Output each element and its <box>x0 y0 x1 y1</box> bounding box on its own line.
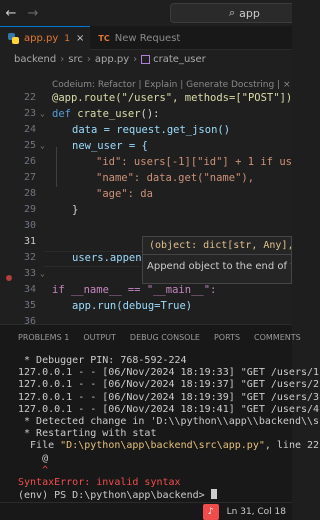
signature-doc: Append object to the end of the li <box>147 261 291 272</box>
chevron-right-icon: › <box>60 53 65 65</box>
codeium-codelens[interactable]: Codeium: Refactor | Explain | Generate D… <box>52 80 291 90</box>
line-number: 26 <box>23 156 36 167</box>
terminal-line: 127.0.0.1 - - [06/Nov/2024 18:19:37] "GE… <box>18 379 320 391</box>
signature-text: (object: dict[str, Any], /) <box>143 237 291 255</box>
breadcrumb-item[interactable]: backend <box>14 54 56 65</box>
search-text: app <box>239 6 260 20</box>
tab-label: New Request <box>114 32 181 44</box>
thunder-client-icon: TC <box>98 33 110 43</box>
problems-count: 1 <box>64 333 70 342</box>
terminal-line: 127.0.0.1 - - [06/Nov/2024 18:19:33] "GE… <box>18 367 320 379</box>
line-number: 35 <box>23 300 36 311</box>
problems-badge: 1 <box>64 33 71 44</box>
code-line: "name": data.get("name"), <box>96 172 255 184</box>
terminal-line: ^ <box>18 464 49 476</box>
line-number: 34 <box>23 284 36 295</box>
terminal-line: 127.0.0.1 - - [06/Nov/2024 18:19:41] "GE… <box>18 403 320 415</box>
fold-chevron-icon[interactable]: ⌄ <box>40 269 45 278</box>
line-number: 22 <box>23 92 36 103</box>
code-line: data = request.get_json() <box>72 124 231 136</box>
terminal-line: @ <box>18 452 49 464</box>
line-number: 27 <box>23 172 36 183</box>
editor-tabs: app.py 1 × TC New Request <box>0 26 292 50</box>
code-line: new_user = { <box>72 140 148 152</box>
tab-label: app.py <box>24 33 59 44</box>
command-center-search[interactable]: ⌕ app <box>170 3 292 23</box>
code-line: @app.route("/users", methods=["POST"]) <box>52 92 292 104</box>
terminal-line: * Detected change in 'D:\\python\\app\\b… <box>18 416 320 428</box>
code-editor[interactable]: Codeium: Refactor | Explain | Generate D… <box>0 68 292 324</box>
tab-debug-console[interactable]: DEBUG CONSOLE <box>130 325 200 351</box>
terminal-line: * Debugger PIN: 768-592-224 <box>18 355 187 366</box>
tab-output[interactable]: OUTPUT <box>83 325 116 351</box>
line-number: 28 <box>23 188 36 199</box>
terminal-prompt: (env) PS D:\python\app\backend> <box>18 490 211 502</box>
line-number: 23 <box>23 108 36 119</box>
method-icon <box>141 54 151 64</box>
chevron-right-icon: › <box>86 53 91 65</box>
code-line: } <box>72 204 79 216</box>
tab-new-request[interactable]: TC New Request <box>90 26 186 50</box>
indent-guide <box>56 147 57 187</box>
code-line: "age": da <box>96 188 153 200</box>
terminal-cursor <box>210 489 217 500</box>
python-icon <box>8 33 19 44</box>
title-bar: ← → ⌕ app <box>0 0 292 26</box>
breadcrumb-item[interactable]: app.py <box>95 54 129 65</box>
signature-help-tooltip: (object: dict[str, Any], /) Append objec… <box>142 236 292 284</box>
tab-label: PROBLEMS <box>18 333 62 342</box>
terminal-line: 127.0.0.1 - - [06/Nov/2024 18:19:39] "GE… <box>18 391 320 403</box>
line-number: 31 <box>23 236 36 247</box>
tab-ports[interactable]: PORTS <box>214 325 240 351</box>
panel-tabs: PROBLEMS 1 OUTPUT DEBUG CONSOLE PORTS CO… <box>0 325 301 351</box>
fold-chevron-icon[interactable]: ⌄ <box>40 141 45 150</box>
close-icon[interactable]: × <box>76 33 84 44</box>
tab-comments[interactable]: COMMENTS <box>254 325 301 351</box>
bottom-panel: PROBLEMS 1 OUTPUT DEBUG CONSOLE PORTS CO… <box>0 324 320 502</box>
line-number: 24 <box>23 124 36 135</box>
breadcrumb: backend › src › app.py › crate_user <box>0 50 292 68</box>
line-number: 30 <box>23 220 36 231</box>
signature-params: (object: dict[str, Any], /) <box>149 240 291 251</box>
fold-chevron-icon[interactable]: ⌄ <box>40 109 45 118</box>
terminal-line-ref: , line 22 <box>264 440 320 452</box>
breadcrumb-item[interactable]: src <box>68 54 83 65</box>
tab-app-py[interactable]: app.py 1 × <box>0 26 91 50</box>
terminal-file-path[interactable]: "D:\python\app\backend\src\app.py" <box>60 440 265 451</box>
code-text: (): <box>140 108 160 120</box>
terminal-error: SyntaxError: invalid syntax <box>18 477 181 489</box>
status-bar: ♪ Ln 31, Col 18 <box>0 502 292 520</box>
code-keyword: def <box>52 108 71 120</box>
cursor-position[interactable]: Ln 31, Col 18 <box>227 507 286 517</box>
line-number: 25 <box>23 140 36 151</box>
tab-problems[interactable]: PROBLEMS 1 <box>18 325 69 351</box>
line-number: 36 <box>23 316 36 324</box>
code-line: if __name__ == "__main__": <box>52 284 217 296</box>
code-line: def crate_user(): <box>52 108 159 120</box>
chevron-right-icon: › <box>133 53 138 65</box>
line-number: 29 <box>23 204 36 215</box>
breadcrumb-item[interactable]: crate_user <box>153 54 206 65</box>
line-number: 33 <box>23 268 36 279</box>
terminal-line: File <box>18 440 61 452</box>
search-icon: ⌕ <box>229 6 236 19</box>
code-line: "id": users[-1]["id"] + 1 if users el <box>96 156 292 168</box>
terminal-output[interactable]: * Debugger PIN: 768-592-224 127.0.0.1 - … <box>18 355 320 502</box>
bell-icon[interactable]: ♪ <box>202 503 219 520</box>
code-function-name: crate_user <box>77 108 141 120</box>
terminal-line: * Restarting with stat <box>18 428 157 440</box>
arrow-right-icon[interactable]: → <box>22 6 44 21</box>
line-number: 32 <box>23 252 36 263</box>
code-line: app.run(debug=True) <box>72 300 193 312</box>
arrow-left-icon[interactable]: ← <box>0 6 22 21</box>
